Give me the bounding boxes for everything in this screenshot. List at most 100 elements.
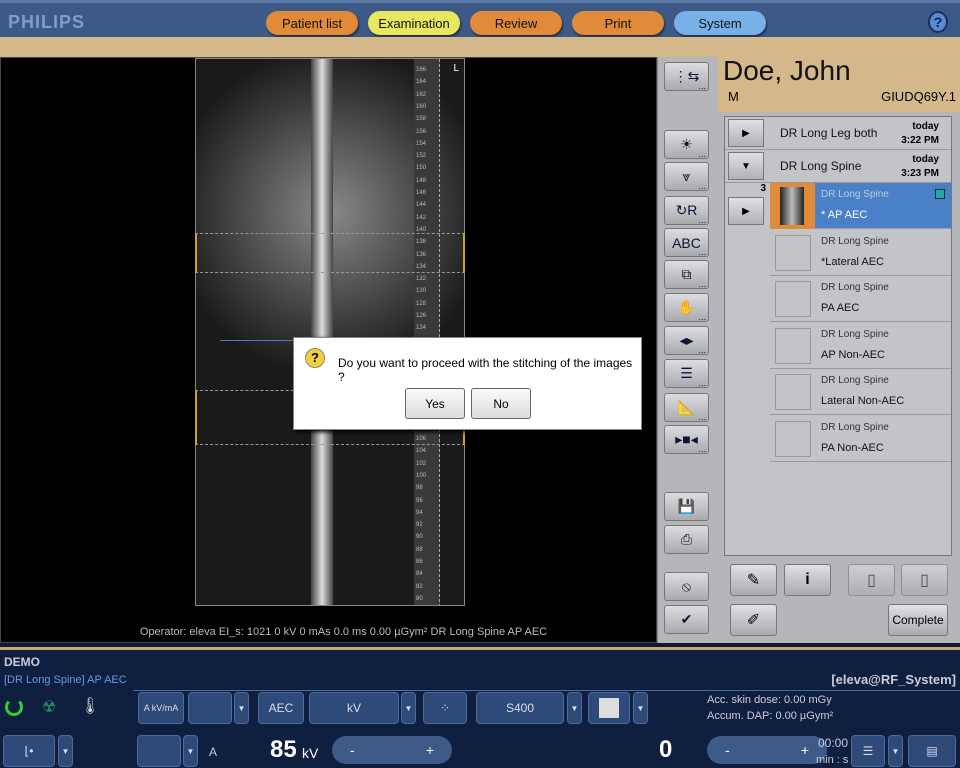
document-button[interactable]: ▯ bbox=[848, 564, 895, 596]
series-protocol: DR Long Spine bbox=[821, 282, 889, 293]
ruler-tick: 152 bbox=[416, 153, 427, 160]
edit-patient-button[interactable]: ✎ bbox=[730, 564, 777, 596]
yes-button[interactable]: Yes bbox=[405, 388, 465, 419]
tab-system[interactable]: System bbox=[674, 11, 766, 35]
more-dots: ... bbox=[698, 279, 706, 289]
kv-ma-button[interactable]: A kV/mA bbox=[138, 692, 184, 724]
aec-button[interactable]: AEC bbox=[258, 692, 304, 724]
mas-plus[interactable]: + bbox=[801, 742, 809, 758]
exam-clock: 3:22 PM bbox=[901, 135, 939, 146]
annotate-button[interactable]: ✐ bbox=[730, 604, 777, 636]
ruler-tick: 150 bbox=[416, 165, 427, 172]
series-item[interactable]: DR Long Spine Lateral Non-AEC bbox=[770, 369, 951, 415]
more-dots: ... bbox=[698, 181, 706, 191]
series-protocol: DR Long Spine bbox=[821, 189, 889, 200]
series-item[interactable]: DR Long Spine PA AEC bbox=[770, 276, 951, 322]
series-thumbnail bbox=[775, 420, 811, 457]
info-button[interactable]: i bbox=[784, 564, 831, 596]
position-button[interactable]: ⌊• bbox=[3, 735, 55, 767]
save-icon: 💾 bbox=[677, 498, 696, 514]
field-select[interactable] bbox=[588, 692, 630, 724]
ruler-tick: 158 bbox=[416, 116, 427, 123]
exam-panel: ▶ DR Long Leg both today 3:22 PM ▼ DR Long Sp… bbox=[718, 112, 960, 643]
philips-logo: PHILIPS bbox=[8, 12, 86, 32]
stitch-button[interactable]: ☰... bbox=[664, 359, 709, 388]
series-item[interactable]: DR Long Spine AP Non-AEC bbox=[770, 323, 951, 369]
expand-button[interactable]: ▼ bbox=[728, 152, 764, 180]
no-button[interactable]: No bbox=[471, 388, 531, 419]
flip-button[interactable]: ◂▸... bbox=[664, 326, 709, 355]
stitch-region[interactable] bbox=[195, 233, 465, 273]
exam-time: today 3:23 PM bbox=[901, 153, 939, 181]
print-button[interactable]: ⎙ bbox=[664, 525, 709, 554]
kv-unit: kV bbox=[302, 745, 319, 761]
fit-button[interactable]: ▸■◂... bbox=[664, 425, 709, 454]
expand-series-button[interactable]: ▶ bbox=[728, 197, 764, 225]
chamber-button[interactable]: ⁘ bbox=[423, 692, 467, 724]
exam-day: today bbox=[912, 121, 939, 132]
mode-dropdown[interactable]: ▼ bbox=[234, 692, 249, 724]
accept-button[interactable]: ✔ bbox=[664, 605, 709, 634]
series-item[interactable]: DR Long Spine * AP AEC bbox=[770, 183, 951, 229]
series-item[interactable]: DR Long Spine PA Non-AEC bbox=[770, 416, 951, 462]
ruler-tick: 146 bbox=[416, 190, 427, 196]
save-button[interactable]: 💾 bbox=[664, 492, 709, 521]
mas-stepper[interactable]: - + bbox=[707, 736, 827, 764]
ruler-tick: 84 bbox=[416, 571, 423, 578]
ruler-tick: 142 bbox=[416, 214, 427, 221]
exam-row[interactable]: ▼ DR Long Spine today 3:23 PM bbox=[725, 150, 951, 183]
protocol-button[interactable]: ▤ bbox=[908, 735, 956, 767]
ruler-tick: 148 bbox=[416, 177, 427, 184]
filter-select[interactable]: S400 bbox=[476, 692, 564, 724]
expand-button[interactable]: ▶ bbox=[728, 119, 764, 147]
kv-stepper[interactable]: - + bbox=[332, 736, 452, 764]
pan-button[interactable]: ✋... bbox=[664, 293, 709, 322]
series-count: 3 bbox=[760, 183, 766, 194]
kv-plus[interactable]: + bbox=[426, 742, 434, 758]
help-icon[interactable]: ? bbox=[928, 11, 948, 33]
series-protocol: DR Long Spine bbox=[821, 421, 889, 433]
cancel-button[interactable]: ⦸ bbox=[664, 572, 709, 601]
filter-dropdown[interactable]: ▼ bbox=[567, 692, 582, 724]
measure-icon: 📐 bbox=[677, 399, 696, 415]
a-dropdown[interactable]: ▼ bbox=[183, 735, 198, 767]
series-item[interactable]: DR Long Spine *Lateral AEC bbox=[770, 230, 951, 276]
filter-button[interactable]: ⩔... bbox=[664, 162, 709, 191]
exam-row[interactable]: ▶ DR Long Leg both today 3:22 PM bbox=[725, 117, 951, 150]
top-bar: PHILIPS Patient list Examination Review … bbox=[0, 0, 960, 37]
zoom-button[interactable]: ⧉... bbox=[664, 260, 709, 289]
position-dropdown[interactable]: ▼ bbox=[58, 735, 73, 767]
mode-select[interactable] bbox=[188, 692, 232, 724]
tab-review[interactable]: Review bbox=[470, 11, 562, 35]
rotate-button[interactable]: ↻R... bbox=[664, 196, 709, 225]
patient-position-button[interactable]: ☰ bbox=[851, 735, 885, 767]
a-select[interactable] bbox=[137, 735, 181, 767]
field-dropdown[interactable]: ▼ bbox=[633, 692, 648, 724]
text-button[interactable]: ABC... bbox=[664, 228, 709, 257]
kv-mode-dropdown[interactable]: ▼ bbox=[401, 692, 416, 724]
timer-unit: min : s bbox=[816, 754, 849, 766]
tab-examination[interactable]: Examination bbox=[368, 11, 460, 35]
kv-mode-select[interactable]: kV bbox=[309, 692, 399, 724]
xray-image[interactable]: 166 164 162 160 158 156 154 152 150 148 146 144 142 1… bbox=[195, 58, 465, 606]
ruler-tick: 96 bbox=[416, 497, 423, 504]
exam-time: today 3:22 PM bbox=[901, 120, 939, 148]
layout-button[interactable]: ⋮⇆... bbox=[664, 62, 709, 91]
measure-button[interactable]: 📐... bbox=[664, 393, 709, 422]
brightness-button[interactable]: ☀... bbox=[664, 130, 709, 159]
tab-patient-list[interactable]: Patient list bbox=[266, 11, 358, 35]
accum-dap: Accum. DAP: 0.00 µGym² bbox=[707, 710, 834, 722]
more-dots: ... bbox=[698, 412, 706, 422]
mas-minus[interactable]: - bbox=[725, 742, 730, 758]
kv-minus[interactable]: - bbox=[350, 742, 355, 758]
document2-button[interactable]: ▯ bbox=[901, 564, 948, 596]
ruler-tick: 144 bbox=[416, 202, 427, 209]
triangle-down-icon: ▼ bbox=[741, 160, 751, 172]
thermometer-icon: 🌡 bbox=[80, 698, 101, 715]
complete-button[interactable]: Complete bbox=[888, 604, 948, 636]
mode-label: DEMO bbox=[4, 655, 40, 669]
accept-icon: ✔ bbox=[680, 611, 693, 627]
patient-position-dropdown[interactable]: ▼ bbox=[888, 735, 903, 767]
ruler-tick: 104 bbox=[416, 448, 427, 455]
tab-print[interactable]: Print bbox=[572, 11, 664, 35]
